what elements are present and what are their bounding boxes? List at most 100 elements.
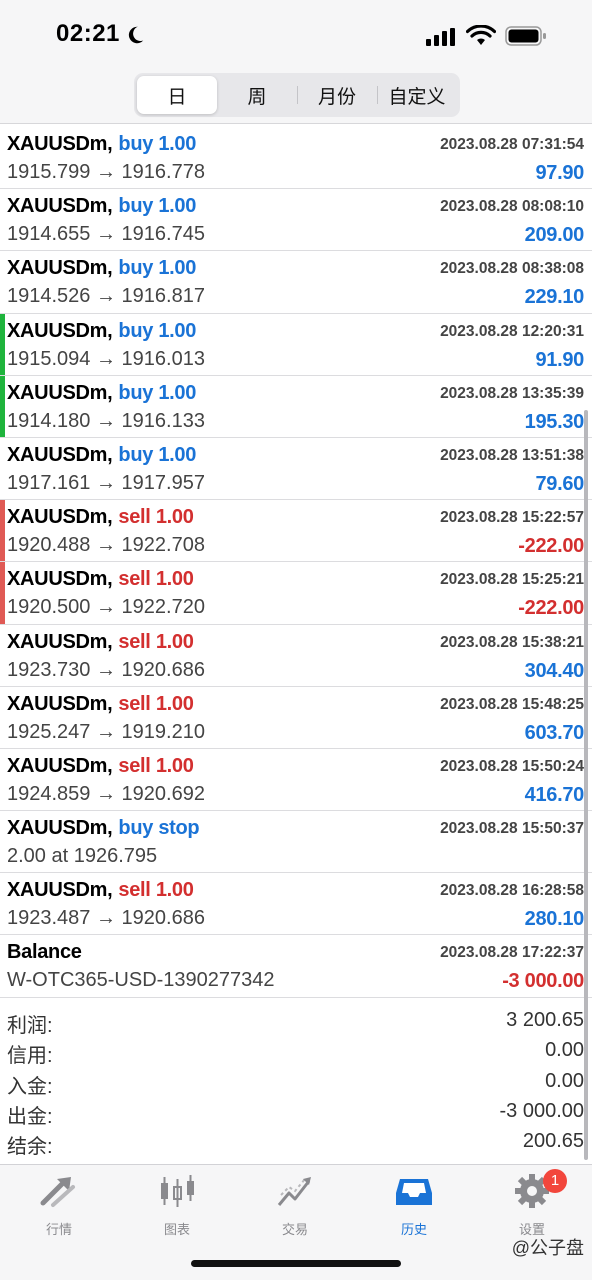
trade-action-label: sell 1.00 xyxy=(118,754,194,777)
summary-row: 结余: 200.65 xyxy=(0,1128,592,1158)
row-title: XAUUSDm, buy 1.00 xyxy=(7,382,196,405)
wifi-icon xyxy=(466,25,496,45)
watermark: @公子盘 xyxy=(511,1238,584,1258)
price-range-label: 1915.799 → 1916.778 xyxy=(7,161,205,183)
trade-action-label: sell 1.00 xyxy=(118,692,194,715)
row-title: XAUUSDm, buy stop xyxy=(7,817,200,840)
tab-settings[interactable]: 1 设置 xyxy=(473,1169,591,1237)
quotes-arrows-icon xyxy=(40,1177,75,1207)
trade-datetime: 2023.08.28 15:48:25 xyxy=(440,695,584,713)
row-title: XAUUSDm, sell 1.00 xyxy=(7,879,194,902)
price-range-label: W-OTC365-USD-1390277342 xyxy=(7,969,275,992)
profit-value: 195.30 xyxy=(524,410,585,433)
segment-custom[interactable]: 自定义 xyxy=(377,76,457,114)
symbol-label: XAUUSDm, xyxy=(7,817,113,840)
candlestick-chart-icon xyxy=(161,1175,194,1207)
profit-value: 209.00 xyxy=(524,224,585,247)
summary-row: 出金: -3 000.00 xyxy=(0,1098,592,1128)
trade-action-label: buy stop xyxy=(118,817,200,840)
row-title: XAUUSDm, sell 1.00 xyxy=(7,506,194,529)
segment-day[interactable]: 日 xyxy=(137,76,217,114)
profit-value: -222.00 xyxy=(518,597,584,620)
row-title: XAUUSDm, sell 1.00 xyxy=(7,693,194,716)
row-title: XAUUSDm, sell 1.00 xyxy=(7,755,194,778)
summary-row: 信用: 0.00 xyxy=(0,1037,592,1067)
history-row[interactable]: XAUUSDm, buy 1.00 1914.655 → 1916.745 2023.… xyxy=(0,189,592,252)
history-row[interactable]: XAUUSDm, sell 1.00 1925.247 → 1919.210 2023… xyxy=(0,687,592,749)
moon-icon xyxy=(128,26,144,44)
price-range-label: 1915.094 → 1916.013 xyxy=(7,347,205,370)
tab-history[interactable]: 历史 xyxy=(355,1173,473,1237)
price-range-label: 1914.180 → 1916.133 xyxy=(7,409,205,432)
history-row[interactable]: XAUUSDm, sell 1.00 1923.487 → 1920.686 2023… xyxy=(0,873,592,936)
price-range-label: 1920.500 → 1922.720 xyxy=(7,596,205,619)
symbol-label: Balance xyxy=(7,941,82,964)
profit-value: 280.10 xyxy=(524,908,585,931)
trade-action-label: sell 1.00 xyxy=(118,630,194,653)
summary-row: 入金: 0.00 xyxy=(0,1068,592,1098)
profit-value: 603.70 xyxy=(524,721,585,744)
row-title: XAUUSDm, buy 1.00 xyxy=(7,444,196,467)
summary-label: 信用: xyxy=(7,1045,53,1068)
profit-value: 229.10 xyxy=(524,286,585,309)
history-list: XAUUSDm, buy 1.00 1915.799 → 1916.778 2023.… xyxy=(0,127,592,998)
segment-week[interactable]: 周 xyxy=(217,76,297,114)
tab-quotes[interactable]: 行情 xyxy=(0,1173,118,1237)
status-bar: 02:21 xyxy=(0,0,592,70)
history-row[interactable]: Balance W-OTC365-USD-1390277342 2023.08.28… xyxy=(0,935,592,998)
symbol-label: XAUUSDm, xyxy=(7,692,113,715)
history-summary: 利润: 3 200.65 信用: 0.00 入金: 0.00 出金: -3 000.00 结余:… xyxy=(0,1007,592,1158)
history-row[interactable]: XAUUSDm, buy 1.00 1915.799 → 1916.778 2023.… xyxy=(0,127,592,190)
history-row[interactable]: XAUUSDm, sell 1.00 1923.730 → 1920.686 2023… xyxy=(0,625,592,687)
symbol-label: XAUUSDm, xyxy=(7,257,113,280)
trade-action-label: sell 1.00 xyxy=(118,506,194,529)
trade-datetime: 2023.08.28 15:25:21 xyxy=(440,571,584,589)
price-range-label: 1920.488 → 1922.708 xyxy=(7,534,205,557)
profit-value: 79.60 xyxy=(535,472,584,495)
scrollbar[interactable] xyxy=(584,410,588,1160)
history-row[interactable]: XAUUSDm, sell 1.00 1920.488 → 1922.708 2023… xyxy=(0,500,592,563)
price-range-label: 1924.859 → 1920.692 xyxy=(7,782,205,805)
summary-label: 利润: xyxy=(7,1015,53,1037)
history-row[interactable]: XAUUSDm, buy 1.00 1914.526 → 1916.817 2023.… xyxy=(0,251,592,314)
trade-datetime: 2023.08.28 08:08:10 xyxy=(440,198,584,216)
summary-label: 结余: xyxy=(7,1136,53,1159)
history-inbox-icon xyxy=(396,1179,432,1205)
trade-action-label: buy 1.00 xyxy=(118,319,197,342)
symbol-label: XAUUSDm, xyxy=(7,506,113,529)
symbol-label: XAUUSDm, xyxy=(7,879,113,902)
trade-line-icon xyxy=(277,1177,311,1206)
tab-trade[interactable]: 交易 xyxy=(236,1173,354,1237)
trade-datetime: 2023.08.28 15:50:37 xyxy=(440,820,584,838)
trade-datetime: 2023.08.28 17:22:37 xyxy=(440,944,584,962)
symbol-label: XAUUSDm, xyxy=(7,381,113,404)
summary-label: 入金: xyxy=(7,1075,53,1098)
price-range-label: 1914.655 → 1916.745 xyxy=(7,223,205,246)
trade-action-label: buy 1.00 xyxy=(118,443,197,466)
period-selector-area: 日 周 月份 自定义 xyxy=(0,70,592,124)
price-range-label: 1914.526 → 1916.817 xyxy=(7,285,205,308)
profit-value: -3 000.00 xyxy=(502,970,584,993)
row-title: Balance xyxy=(7,941,82,964)
tab-charts[interactable]: 图表 xyxy=(118,1173,236,1237)
history-row[interactable]: XAUUSDm, sell 1.00 1920.500 → 1922.720 2023… xyxy=(0,562,592,625)
summary-label: 出金: xyxy=(7,1105,53,1128)
history-row[interactable]: XAUUSDm, sell 1.00 1924.859 → 1920.692 2023… xyxy=(0,749,592,812)
segment-month[interactable]: 月份 xyxy=(297,76,377,114)
price-range-label: 2.00 at 1926.795 xyxy=(7,845,158,868)
symbol-label: XAUUSDm, xyxy=(7,443,113,466)
summary-value: 3 200.65 xyxy=(506,1009,584,1031)
symbol-label: XAUUSDm, xyxy=(7,630,113,653)
side-indicator-bar xyxy=(0,500,5,562)
side-indicator-bar xyxy=(0,562,5,624)
price-range-label: 1917.161 → 1917.957 xyxy=(7,471,205,494)
trade-datetime: 2023.08.28 16:28:58 xyxy=(440,882,584,900)
history-row[interactable]: XAUUSDm, buy 1.00 1917.161 → 1917.957 2023.… xyxy=(0,438,592,501)
profit-value: 91.90 xyxy=(535,348,584,371)
summary-value: 200.65 xyxy=(522,1130,584,1153)
history-row[interactable]: XAUUSDm, buy 1.00 1914.180 → 1916.133 2023.… xyxy=(0,375,592,438)
cellular-signal-icon xyxy=(426,28,455,46)
home-indicator[interactable] xyxy=(191,1260,401,1267)
history-row[interactable]: XAUUSDm, buy 1.00 1915.094 → 1916.013 2023.… xyxy=(0,313,592,376)
history-row[interactable]: XAUUSDm, buy stop 2.00 at 1926.795 2023.08.… xyxy=(0,811,592,874)
